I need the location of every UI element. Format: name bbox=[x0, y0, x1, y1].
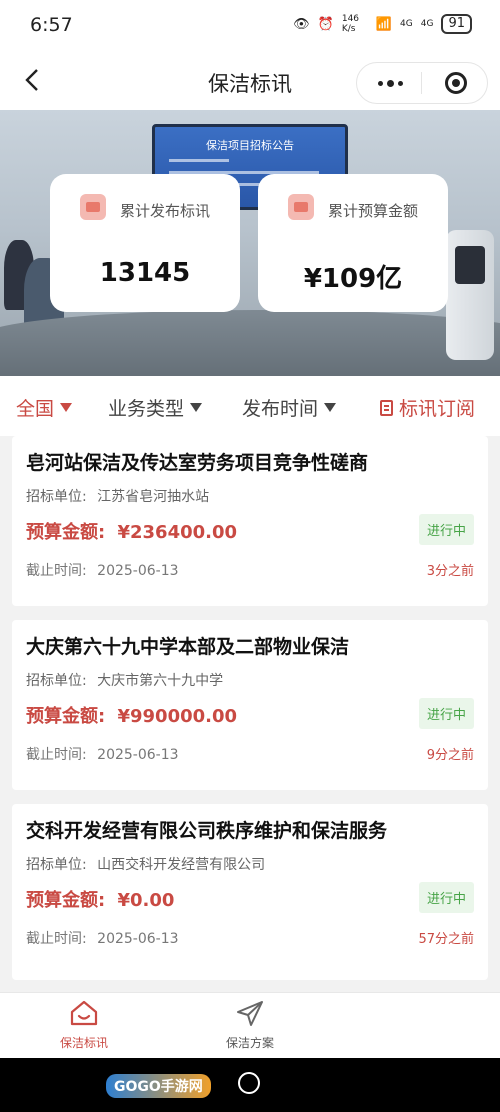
document-icon bbox=[380, 399, 393, 416]
eye-icon: 👁 bbox=[293, 16, 310, 32]
budget-value: ¥990000.00 bbox=[117, 706, 238, 727]
stat-value: 13145 bbox=[99, 258, 191, 288]
stat-card-count: 累计发布标讯 13145 bbox=[50, 174, 240, 312]
budget-value: ¥236400.00 bbox=[117, 522, 238, 543]
deadline-value: 2025-06-13 bbox=[97, 747, 179, 763]
stat-value: ¥109亿 bbox=[303, 264, 403, 294]
tender-budget: 预算金额: ¥236400.00 bbox=[26, 518, 237, 544]
send-icon bbox=[237, 1001, 263, 1026]
hero-banner: 保洁项目招标公告 累计发布标讯 13145 累计预算金额 ¥109亿 bbox=[0, 110, 500, 376]
filter-publish-time[interactable]: 发布时间 bbox=[242, 394, 337, 421]
org-value: 江苏省皂河抽水站 bbox=[97, 489, 210, 505]
budget-value: ¥0.00 bbox=[117, 890, 175, 911]
budget-label: 预算金额: bbox=[26, 706, 106, 727]
org-value: 山西交科开发经营有限公司 bbox=[97, 857, 266, 873]
watermark-logo: GOGO手游网 bbox=[106, 1074, 211, 1098]
tab-label: 保洁方案 bbox=[225, 1036, 274, 1050]
home-circle-icon[interactable] bbox=[238, 1072, 260, 1094]
system-nav-bar: GOGO手游网 bbox=[0, 1058, 500, 1112]
caret-down-icon bbox=[190, 403, 203, 412]
signal-1: 4G bbox=[400, 19, 413, 29]
more-dots-icon[interactable] bbox=[375, 73, 405, 93]
chevron-left-icon bbox=[25, 69, 38, 91]
status-icons: 👁 ⏰ 146 K/s 📶 4G 4G 91 bbox=[293, 14, 472, 34]
filter-business-type-label: 业务类型 bbox=[108, 398, 185, 420]
cleaning-robot bbox=[446, 230, 494, 360]
status-bar: 6:57 👁 ⏰ 146 K/s 📶 4G 4G 91 bbox=[0, 0, 500, 52]
stat-label: 累计发布标讯 bbox=[120, 202, 211, 220]
deadline-label: 截止时间: bbox=[26, 747, 87, 763]
tender-org: 招标单位: 大庆市第六十九中学 bbox=[26, 670, 223, 690]
stat-label: 累计预算金额 bbox=[328, 202, 419, 220]
house-icon bbox=[70, 1000, 98, 1026]
tab-cleaning-plans[interactable]: 保洁方案 bbox=[190, 999, 310, 1051]
tender-title: 大庆第六十九中学本部及二部物业保洁 bbox=[26, 636, 350, 658]
filter-business-type[interactable]: 业务类型 bbox=[108, 394, 203, 421]
bottom-tab-bar: 保洁标讯 保洁方案 bbox=[0, 992, 500, 1059]
filter-region-label: 全国 bbox=[16, 398, 55, 420]
back-button[interactable] bbox=[14, 62, 50, 98]
budget-label: 预算金额: bbox=[26, 890, 106, 911]
time-ago: 9分之前 bbox=[426, 748, 474, 763]
time-ago: 57分之前 bbox=[418, 932, 474, 947]
tender-card[interactable]: 大庆第六十九中学本部及二部物业保洁 招标单位: 大庆市第六十九中学 预算金额: … bbox=[12, 620, 488, 790]
alarm-icon: ⏰ bbox=[317, 16, 334, 32]
signal-2: 4G bbox=[420, 19, 434, 29]
tender-budget: 预算金额: ¥990000.00 bbox=[26, 702, 237, 728]
subscribe-button[interactable]: 标讯订阅 bbox=[380, 394, 475, 421]
tender-title: 交科开发经营有限公司秩序维护和保洁服务 bbox=[26, 820, 388, 842]
org-label: 招标单位: bbox=[26, 673, 87, 689]
tender-deadline: 截止时间: 2025-06-13 bbox=[26, 560, 179, 580]
org-value: 大庆市第六十九中学 bbox=[97, 673, 224, 689]
status-badge: 进行中 bbox=[418, 882, 474, 913]
caret-down-icon bbox=[324, 403, 337, 412]
status-badge: 进行中 bbox=[418, 698, 474, 729]
mini-program-capsule bbox=[356, 62, 488, 104]
net-speed: 146 K/s bbox=[341, 14, 360, 34]
wifi-icon: 📶 bbox=[375, 16, 393, 32]
document-icon bbox=[80, 194, 106, 220]
tender-org: 招标单位: 江苏省皂河抽水站 bbox=[26, 486, 209, 506]
org-label: 招标单位: bbox=[26, 857, 87, 873]
deadline-label: 截止时间: bbox=[26, 563, 87, 579]
deadline-value: 2025-06-13 bbox=[97, 563, 179, 579]
time-ago: 3分之前 bbox=[426, 564, 474, 579]
tender-budget: 预算金额: ¥0.00 bbox=[26, 886, 174, 912]
tender-card[interactable]: 皂河站保洁及传达室劳务项目竞争性磋商 招标单位: 江苏省皂河抽水站 预算金额: … bbox=[12, 436, 488, 606]
stat-card-budget: 累计预算金额 ¥109亿 bbox=[258, 174, 448, 312]
tender-deadline: 截止时间: 2025-06-13 bbox=[26, 928, 179, 948]
tender-title: 皂河站保洁及传达室劳务项目竞争性磋商 bbox=[26, 452, 369, 474]
conference-table bbox=[0, 310, 500, 376]
status-time: 6:57 bbox=[30, 14, 73, 36]
deadline-value: 2025-06-13 bbox=[97, 931, 179, 947]
capsule-divider bbox=[421, 72, 422, 94]
org-label: 招标单位: bbox=[26, 489, 87, 505]
battery-indicator: 91 bbox=[441, 14, 472, 34]
nav-bar: 保洁标讯 bbox=[0, 52, 500, 110]
tender-card[interactable]: 交科开发经营有限公司秩序维护和保洁服务 招标单位: 山西交科开发经营有限公司 预… bbox=[12, 804, 488, 980]
budget-label: 预算金额: bbox=[26, 522, 106, 543]
money-icon bbox=[288, 194, 314, 220]
status-badge: 进行中 bbox=[418, 514, 474, 545]
caret-down-icon bbox=[60, 403, 73, 412]
tab-cleaning-tenders[interactable]: 保洁标讯 bbox=[24, 999, 144, 1051]
filter-publish-time-label: 发布时间 bbox=[242, 398, 319, 420]
target-icon[interactable] bbox=[445, 72, 467, 94]
filter-region[interactable]: 全国 bbox=[16, 394, 73, 421]
tender-org: 招标单位: 山西交科开发经营有限公司 bbox=[26, 854, 265, 874]
subscribe-label: 标讯订阅 bbox=[399, 398, 476, 420]
tab-label: 保洁标讯 bbox=[59, 1036, 108, 1050]
screen-title: 保洁项目招标公告 bbox=[206, 139, 294, 152]
tender-deadline: 截止时间: 2025-06-13 bbox=[26, 744, 179, 764]
screen-line bbox=[169, 159, 229, 162]
filter-bar: 全国 业务类型 发布时间 标讯订阅 bbox=[0, 376, 500, 436]
deadline-label: 截止时间: bbox=[26, 931, 87, 947]
